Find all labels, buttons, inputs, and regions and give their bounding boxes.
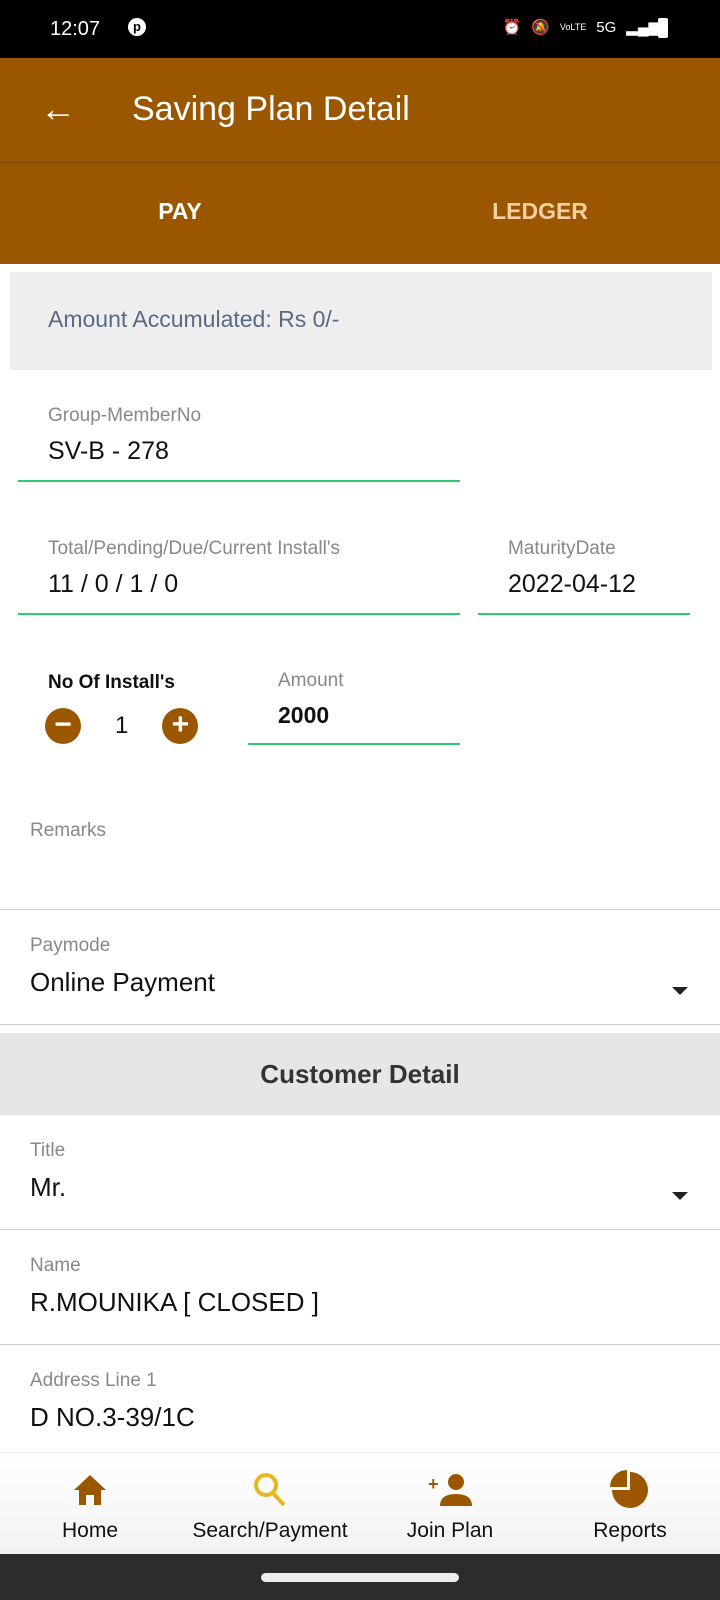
nav-reports[interactable]: Reports (540, 1453, 720, 1554)
nav-label: Home (61, 1519, 119, 1542)
search-icon (180, 1471, 360, 1509)
address-line-1-field[interactable]: Address Line 1 D NO.3-39/1C (0, 1370, 720, 1460)
tab-ledger[interactable]: LEDGER (360, 163, 720, 264)
title-select[interactable]: Title Mr. (0, 1140, 720, 1230)
battery-icon (658, 18, 668, 38)
field-label: Paymode (30, 935, 111, 956)
signal-icon: ▂▄▆ (626, 19, 660, 36)
bell-off-icon: 🔕 (531, 19, 550, 36)
field-value: SV-B - 278 (48, 437, 169, 465)
field-label: Amount (278, 670, 344, 691)
field-value: 2000 (278, 702, 330, 728)
app-bar: ← Saving Plan Detail (0, 58, 720, 162)
remarks-field[interactable]: Remarks (0, 820, 720, 910)
amount-field[interactable]: Amount 2000 (248, 670, 460, 745)
field-label: Address Line 1 (30, 1370, 157, 1391)
field-value: D NO.3-39/1C (30, 1402, 195, 1432)
maturity-date-field[interactable]: MaturityDate 2022-04-12 (478, 538, 690, 615)
installs-field[interactable]: Total/Pending/Due/Current Install's 11 /… (18, 538, 460, 615)
nav-search-payment[interactable]: Search/Payment (180, 1453, 360, 1554)
field-value: 2022-04-12 (508, 570, 636, 598)
plus-icon[interactable]: + (162, 708, 199, 744)
dropdown-caret-icon (672, 1192, 688, 1200)
network-label: 5G (596, 18, 617, 36)
home-indicator[interactable] (261, 1573, 459, 1582)
svg-text:+: + (428, 1474, 439, 1494)
field-label: Name (30, 1255, 81, 1276)
field-label: No Of Install's (48, 672, 175, 693)
paymode-select[interactable]: Paymode Online Payment (0, 935, 720, 1025)
field-label: Title (30, 1140, 66, 1161)
install-count: 1 (115, 712, 129, 739)
field-label: Remarks (30, 820, 107, 841)
nav-label: Search/Payment (192, 1519, 348, 1542)
nav-home[interactable]: Home (0, 1453, 180, 1554)
group-member-field[interactable]: Group-MemberNo SV-B - 278 (18, 405, 460, 482)
customer-detail-heading: Customer Detail (0, 1033, 720, 1115)
field-value: R.MOUNIKA [ CLOSED ] (30, 1287, 319, 1317)
nav-join-plan[interactable]: + Join Plan (360, 1453, 540, 1554)
clock: 12:07 (50, 18, 101, 40)
field-value: Online Payment (30, 967, 215, 997)
gesture-bar (0, 1554, 720, 1600)
no-of-installs-stepper: No Of Install's − 1 + (45, 672, 199, 744)
tab-pay[interactable]: PAY (0, 163, 360, 264)
bottom-nav: Home Search/Payment + Join Plan Reports (0, 1452, 720, 1554)
field-value: 11 / 0 / 1 / 0 (48, 570, 179, 598)
minus-icon[interactable]: − (45, 708, 81, 744)
field-label: Total/Pending/Due/Current Install's (48, 538, 340, 559)
pinterest-icon: p (128, 18, 146, 36)
status-bar: 12:07 p ⏰ 🔕 VoLTE 5G ▂▄▆ (0, 0, 720, 58)
field-value: Mr. (30, 1172, 67, 1202)
status-icons: ⏰ 🔕 VoLTE 5G ▂▄▆ (502, 18, 660, 37)
nav-label: Reports (593, 1519, 667, 1542)
field-label: MaturityDate (508, 538, 616, 559)
tab-bar: PAY LEDGER (0, 162, 720, 264)
amount-accumulated: Amount Accumulated: Rs 0/- (10, 272, 712, 370)
volte-icon: VoLTE (559, 22, 587, 32)
add-user-icon: + (360, 1471, 540, 1509)
home-icon (0, 1471, 180, 1509)
page-title: Saving Plan Detail (132, 90, 410, 128)
name-field[interactable]: Name R.MOUNIKA [ CLOSED ] (0, 1255, 720, 1345)
nav-label: Join Plan (406, 1519, 494, 1542)
alarm-icon: ⏰ (502, 19, 522, 36)
field-label: Group-MemberNo (48, 405, 202, 426)
dropdown-caret-icon (672, 987, 688, 995)
pie-chart-icon (540, 1470, 720, 1509)
arrow-left-icon[interactable]: ← (40, 88, 76, 130)
